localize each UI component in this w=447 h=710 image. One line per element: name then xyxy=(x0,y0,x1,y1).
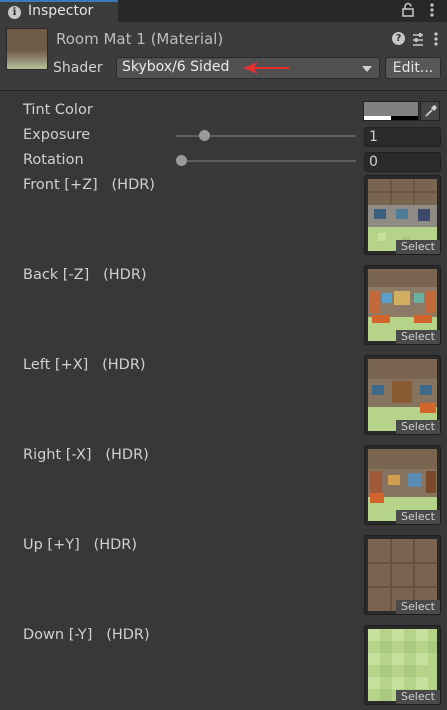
context-menu-icon[interactable] xyxy=(430,30,442,48)
edit-shader-button[interactable]: Edit... xyxy=(385,57,441,79)
tint-alpha-fill xyxy=(364,116,391,120)
tint-color-label: Tint Color xyxy=(23,102,93,118)
red-arrow-annotation xyxy=(243,62,289,74)
up-texture-slot[interactable]: Select xyxy=(364,535,441,615)
right-texture-label: Right [-X] (HDR) xyxy=(23,447,149,463)
help-icon[interactable]: ? xyxy=(392,32,405,45)
material-title: Room Mat 1 (Material) xyxy=(56,30,224,48)
back-texture-slot[interactable]: Select xyxy=(364,265,441,345)
eyedropper-icon xyxy=(425,105,437,117)
front-select-button[interactable]: Select xyxy=(396,240,440,254)
lock-icon[interactable] xyxy=(400,2,416,18)
rotation-label: Rotation xyxy=(23,152,84,168)
rotation-slider-thumb[interactable] xyxy=(176,155,187,166)
up-select-button[interactable]: Select xyxy=(396,600,440,614)
rotation-value-field[interactable]: 0 xyxy=(364,152,441,172)
down-texture-slot[interactable]: Select xyxy=(364,625,441,705)
exposure-label: Exposure xyxy=(23,127,91,143)
inspector-tab[interactable]: i Inspector xyxy=(0,0,118,22)
rotation-slider-track[interactable] xyxy=(176,160,356,162)
shader-label: Shader xyxy=(53,60,103,76)
left-texture-label: Left [+X] (HDR) xyxy=(23,357,146,373)
material-preview-thumbnail xyxy=(6,28,48,70)
back-select-button[interactable]: Select xyxy=(396,330,440,344)
tab-title: Inspector xyxy=(28,3,94,19)
down-texture-label: Down [-Y] (HDR) xyxy=(23,627,150,643)
front-texture-slot[interactable]: Select xyxy=(364,175,441,255)
back-texture-label: Back [-Z] (HDR) xyxy=(23,267,147,283)
tab-menu-icon[interactable] xyxy=(422,1,442,19)
eyedropper-button[interactable] xyxy=(420,101,440,121)
right-texture-slot[interactable]: Select xyxy=(364,445,441,525)
up-texture-label: Up [+Y] (HDR) xyxy=(23,537,138,553)
right-select-button[interactable]: Select xyxy=(396,510,440,524)
exposure-value-field[interactable]: 1 xyxy=(364,127,441,147)
left-select-button[interactable]: Select xyxy=(396,420,440,434)
chevron-down-icon xyxy=(362,66,372,72)
front-texture-label: Front [+Z] (HDR) xyxy=(23,177,155,193)
exposure-slider-thumb[interactable] xyxy=(198,130,210,141)
shader-value: Skybox/6 Sided xyxy=(122,59,230,75)
down-select-button[interactable]: Select xyxy=(396,690,440,704)
left-texture-slot[interactable]: Select xyxy=(364,355,441,435)
preset-settings-icon[interactable] xyxy=(410,31,426,47)
info-icon: i xyxy=(8,6,21,19)
